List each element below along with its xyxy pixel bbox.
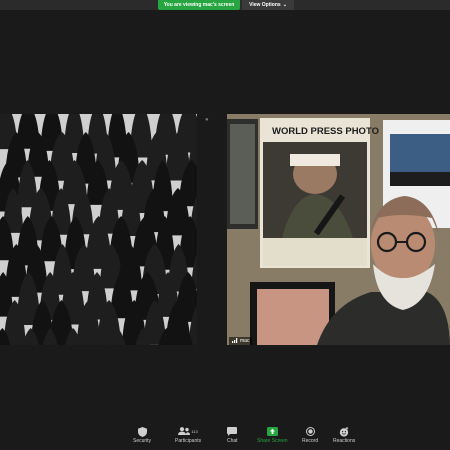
- participant-name: mac: [240, 338, 250, 344]
- viewing-notice: You are viewing mac's screen: [158, 0, 240, 10]
- chevron-down-icon: ⌄: [282, 2, 287, 8]
- shield-icon: [137, 426, 147, 437]
- poster-title: WORLD PRESS PHOTO: [272, 126, 379, 137]
- view-options-label: View Options: [249, 2, 281, 8]
- signal-bars-icon: [232, 337, 238, 345]
- shared-photo: [0, 114, 197, 345]
- participant-video: WORLD PRESS PHOTO: [227, 114, 450, 345]
- share-screen-button[interactable]: Share Screen: [257, 426, 288, 444]
- pin-icon[interactable]: ●: [205, 117, 211, 123]
- view-options-button[interactable]: View Options ⌄: [242, 0, 294, 10]
- chat-icon: [227, 426, 238, 437]
- reactions-button[interactable]: Reactions: [333, 426, 355, 444]
- reactions-icon: [339, 426, 349, 437]
- share-screen-icon: [266, 426, 278, 437]
- record-button[interactable]: Record: [302, 426, 318, 444]
- meeting-toolbar: Security 113 Participants Chat Share Scr…: [0, 420, 450, 450]
- participants-icon: [178, 426, 191, 437]
- participant-count: 113: [191, 429, 198, 434]
- participant-name-tag: mac: [229, 337, 253, 345]
- shared-screen: [0, 114, 197, 345]
- video-frame: WORLD PRESS PHOTO: [227, 114, 450, 345]
- chat-button[interactable]: Chat: [227, 426, 238, 444]
- record-icon: [305, 426, 315, 437]
- participants-button[interactable]: 113 Participants: [175, 426, 201, 444]
- top-bar: You are viewing mac's screen View Option…: [0, 0, 450, 10]
- security-button[interactable]: Security: [133, 426, 151, 444]
